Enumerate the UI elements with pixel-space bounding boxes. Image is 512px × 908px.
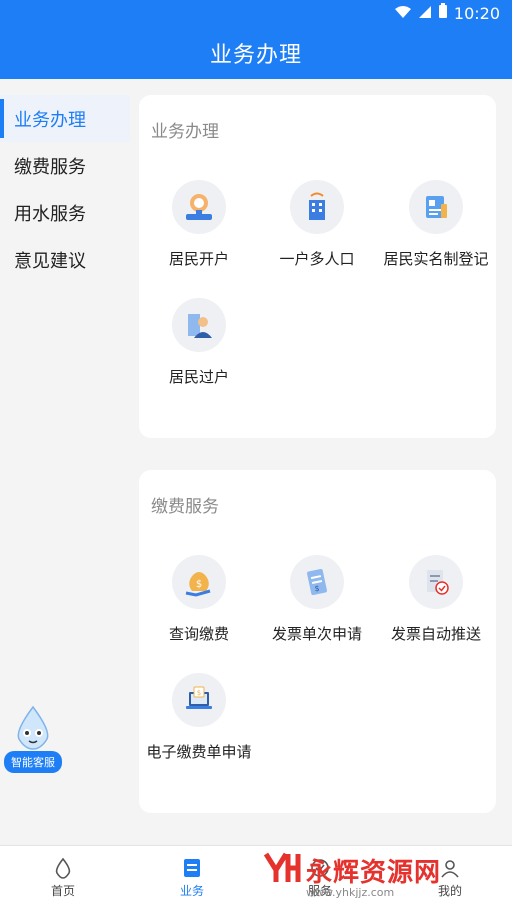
tile-query-payment[interactable]: $ 查询缴费 xyxy=(139,555,259,644)
sidebar-item-water[interactable]: 用水服务 xyxy=(0,189,130,236)
tab-label: 业务 xyxy=(179,884,204,898)
sidebar-item-label: 意见建议 xyxy=(14,250,86,272)
tile-label: 发票单次申请 xyxy=(271,625,362,643)
id-register-icon xyxy=(409,180,463,234)
svg-text:$: $ xyxy=(197,689,201,697)
laptop-bill-icon: $ xyxy=(172,673,226,727)
tile-resident-transfer[interactable]: 居民过户 xyxy=(139,298,259,387)
status-bar: 10:20 xyxy=(0,0,512,26)
tile-real-name-register[interactable]: 居民实名制登记 xyxy=(376,180,496,269)
payment-card: 缴费服务 $ 查询缴费 $ 发票单次申请 发票自动推送 $ 电子缴费单申请 xyxy=(139,470,496,813)
building-icon xyxy=(290,180,344,234)
sidebar-item-business[interactable]: 业务办理 xyxy=(0,95,130,142)
tile-e-bill-apply[interactable]: $ 电子缴费单申请 xyxy=(139,673,259,762)
page-title: 业务办理 xyxy=(209,42,302,68)
tab-home[interactable]: 首页 xyxy=(23,856,103,899)
tile-label: 发票自动推送 xyxy=(390,625,481,643)
clock-time: 10:20 xyxy=(453,3,500,23)
business-card: 业务办理 居民开户 一户多人口 居民实名制登记 居民过户 xyxy=(139,95,496,438)
card-title: 业务办理 xyxy=(151,122,219,142)
tab-business[interactable]: 业务 xyxy=(152,856,232,899)
watermark-text: 永辉资源网 xyxy=(306,857,442,888)
person-transfer-icon xyxy=(172,298,226,352)
tile-label: 居民实名制登记 xyxy=(383,250,489,268)
invoice-icon: $ xyxy=(290,555,344,609)
tile-invoice-auto-push[interactable]: 发票自动推送 xyxy=(376,555,496,644)
tab-label: 我的 xyxy=(437,884,462,898)
watermark-url: www.yhkjjz.com xyxy=(306,886,395,899)
water-meter-icon xyxy=(172,180,226,234)
card-title: 缴费服务 xyxy=(151,497,219,517)
svg-text:$: $ xyxy=(196,579,202,590)
battery-icon xyxy=(438,3,448,23)
tile-invoice-single[interactable]: $ 发票单次申请 xyxy=(257,555,377,644)
tile-resident-account[interactable]: 居民开户 xyxy=(139,180,259,269)
tile-label: 一户多人口 xyxy=(279,250,355,268)
sidebar-item-label: 用水服务 xyxy=(14,203,86,225)
money-bag-icon: $ xyxy=(172,555,226,609)
smart-customer-service-button[interactable]: 智能客服 xyxy=(4,705,62,773)
svg-text:$: $ xyxy=(314,584,319,593)
invoice-check-icon xyxy=(409,555,463,609)
document-icon xyxy=(152,856,232,880)
water-drop-icon xyxy=(23,856,103,880)
tile-label: 电子缴费单申请 xyxy=(146,743,252,761)
tab-label: 首页 xyxy=(50,884,75,898)
sidebar-item-label: 缴费服务 xyxy=(14,156,86,178)
app-bar: 业务办理 xyxy=(0,26,512,79)
watermark: 永辉资源网 www.yhkjjz.com xyxy=(262,848,442,899)
sidebar-item-feedback[interactable]: 意见建议 xyxy=(0,236,130,283)
tile-multi-person[interactable]: 一户多人口 xyxy=(257,180,377,269)
mascot-icon xyxy=(4,705,62,755)
signal-icon xyxy=(418,4,432,23)
tile-label: 查询缴费 xyxy=(168,625,229,643)
watermark-logo-icon xyxy=(262,848,302,892)
sidebar-item-payment[interactable]: 缴费服务 xyxy=(0,142,130,189)
tile-label: 居民开户 xyxy=(168,250,229,268)
wifi-icon xyxy=(394,4,412,23)
sidebar-item-label: 业务办理 xyxy=(14,109,86,131)
tile-label: 居民过户 xyxy=(168,368,229,386)
